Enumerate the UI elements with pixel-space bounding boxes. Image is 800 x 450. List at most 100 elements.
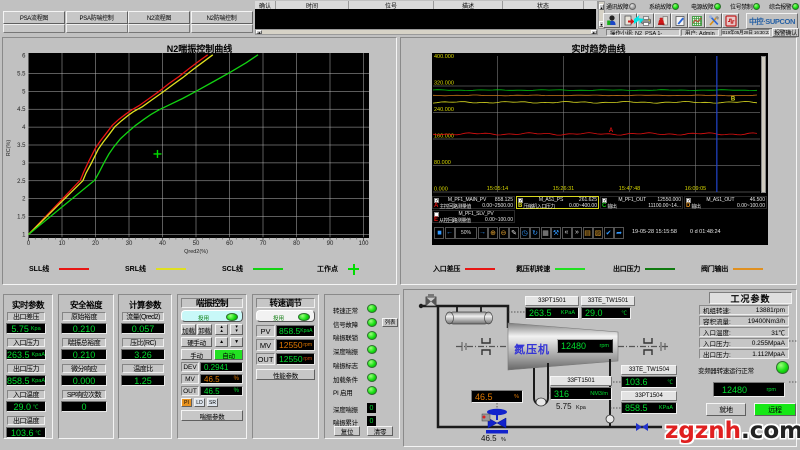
status-led-2: 电源故障 bbox=[691, 1, 721, 12]
trend-plot-scrollbar[interactable] bbox=[761, 56, 766, 193]
nav-button-blank-3[interactable] bbox=[128, 24, 190, 33]
label: 12480 bbox=[722, 385, 747, 395]
unit-text: % bbox=[501, 437, 506, 443]
up-button[interactable]: ▲ bbox=[215, 337, 228, 347]
value-unit: ℃ bbox=[36, 429, 42, 437]
trend-legend-item-M_PF1_SLV_PV[interactable]: M_PF1_SLV_PVE从控回路测量值0.00~100.00 bbox=[432, 210, 515, 223]
trend-legend-item-M_PF1_OUT[interactable]: ✓M_PF1_OUT12550.000C输出11100.00~14... bbox=[600, 196, 683, 209]
trend-tb-clock-button[interactable]: ◷ bbox=[520, 227, 530, 239]
nav-button-blank-4[interactable] bbox=[191, 24, 253, 33]
trend-chart[interactable]: 400.000320.000240.000160.00080.0000.0001… bbox=[432, 53, 768, 196]
reset-button[interactable]: 复位 bbox=[334, 426, 360, 436]
scroll-right-icon[interactable]: ▸ bbox=[591, 30, 597, 34]
local-button[interactable]: 就地 bbox=[706, 403, 746, 416]
surge-engage-button[interactable]: 投用 bbox=[181, 310, 243, 322]
trend-tb-fast-forward-button[interactable]: » bbox=[572, 227, 582, 239]
cond-label: 出口压力: bbox=[703, 349, 731, 359]
nav-button-2[interactable]: PSA防喘控制 bbox=[66, 11, 128, 24]
edit-note-button[interactable] bbox=[671, 13, 688, 28]
calc-row-label: 流量(Qred2) bbox=[122, 312, 164, 321]
trend-item-range: 0.00~2500.00 bbox=[482, 203, 513, 209]
trend-item-line2: D输出0.00~100.00 bbox=[686, 203, 765, 209]
trend-tb-step-forward-button[interactable]: → bbox=[478, 227, 488, 239]
alarm-col-header-0[interactable]: 确认 bbox=[255, 1, 276, 9]
trend-tb-fast-back-button[interactable]: « bbox=[562, 227, 572, 239]
surge-pi-button[interactable]: PI bbox=[181, 398, 192, 407]
pid-button[interactable] bbox=[722, 13, 739, 28]
vfd-status-led bbox=[776, 361, 789, 374]
label: 手动 bbox=[190, 350, 202, 360]
load-button[interactable]: 加载 bbox=[181, 324, 196, 335]
alarm-ack-button[interactable]: 报警确认 bbox=[772, 28, 799, 37]
trend-tb-zoom-out-button[interactable]: ⊖ bbox=[499, 227, 509, 239]
clear-button[interactable]: 清零 bbox=[367, 426, 393, 436]
speed-engage-button[interactable]: 投用 bbox=[256, 310, 315, 322]
value-unit: KpaA bbox=[300, 328, 312, 334]
alarm-col-header-4[interactable]: 状态 bbox=[503, 1, 584, 9]
value-text: 0.057 bbox=[132, 324, 155, 334]
fast-up-button[interactable]: ▴▴ bbox=[215, 324, 228, 335]
trend-tb-tools-button[interactable]: ⚒ bbox=[551, 227, 561, 239]
manual-button[interactable]: 手动 bbox=[181, 349, 212, 360]
alarm-bell-button[interactable] bbox=[654, 13, 671, 28]
surge-params-button[interactable]: 喘振参数 bbox=[181, 410, 243, 421]
surge-chart[interactable]: 010203040506070809010011.522.533.544.555… bbox=[3, 38, 398, 258]
nav-button-4[interactable]: N2防喘控制 bbox=[191, 11, 253, 24]
trend-tb-print-button[interactable]: ▦ bbox=[541, 227, 551, 239]
tools-button[interactable] bbox=[705, 13, 722, 28]
trend-legend-item-M_AS1_PS[interactable]: ✓M_AS1_PS261.625B压缩机入口压力0.00~400.00 bbox=[516, 196, 599, 209]
safety-row-value: 0 bbox=[61, 401, 107, 412]
trend-grid-button[interactable] bbox=[688, 13, 705, 28]
perf-params-button[interactable]: 性能参数 bbox=[256, 369, 315, 380]
status-row-label: PI 启用 bbox=[333, 387, 352, 397]
status-led-label: 通讯故障 bbox=[606, 2, 628, 11]
trend-tb-folder-button[interactable]: ▨ bbox=[593, 227, 603, 239]
surge-ctrl-label-MV: MV bbox=[181, 374, 199, 384]
remote-button[interactable]: 远程 bbox=[754, 403, 796, 416]
alarm-col-header-2[interactable]: 位号 bbox=[349, 1, 434, 9]
alarm-col-header-1[interactable]: 时间 bbox=[276, 1, 349, 9]
surge-legend-label: SLL线 bbox=[29, 264, 49, 274]
trend-bottom-legend-swatch bbox=[465, 268, 495, 270]
operator-button[interactable] bbox=[603, 13, 620, 28]
nav-button-blank-1[interactable] bbox=[3, 24, 65, 33]
alarm-list-body[interactable] bbox=[255, 9, 596, 29]
nav-button-3[interactable]: N2流程图 bbox=[128, 11, 190, 24]
svg-text:320.000: 320.000 bbox=[434, 81, 454, 87]
trend-tb-check-button[interactable]: ✔ bbox=[604, 227, 614, 239]
fast-down-button[interactable]: ▾▾ bbox=[230, 324, 243, 335]
trend-tb-refresh-button[interactable]: ↻ bbox=[530, 227, 540, 239]
session-user-label: 用户: Admin bbox=[685, 29, 715, 36]
surge-sr-button[interactable]: SR bbox=[207, 398, 218, 407]
trend-tb-step-back-button[interactable]: ← bbox=[445, 227, 455, 239]
trend-tb-copy-button[interactable]: ▤ bbox=[583, 227, 593, 239]
trend-legend-item-M_PF1_MAIN_PV[interactable]: ✓M_PF1_MAIN_PV858.125A主控回路测量值0.00~2500.0… bbox=[432, 196, 515, 209]
scroll-left-icon[interactable]: ◂ bbox=[256, 30, 262, 34]
trend-tb-zoom-level-button[interactable]: 50% bbox=[455, 227, 477, 239]
calc-row-value: 1.25 bbox=[121, 375, 165, 386]
status-row-led bbox=[367, 331, 377, 340]
trend-tb-jump-button[interactable]: ➦ bbox=[614, 227, 624, 239]
unload-button[interactable]: 卸载 bbox=[197, 324, 212, 335]
alarm-hscrollbar[interactable]: ◂ ▸ bbox=[255, 29, 598, 35]
value-unit: Kpa bbox=[31, 326, 41, 332]
trend-tb-pause-button[interactable]: ▮▮ bbox=[434, 227, 444, 239]
trend-tb-pen-button[interactable]: ✎ bbox=[509, 227, 519, 239]
system-toolbar bbox=[603, 13, 746, 30]
label: 加载 bbox=[182, 325, 194, 335]
safety-row-value: 0.210 bbox=[61, 349, 107, 360]
alarm-col-header-3[interactable]: 描述 bbox=[434, 1, 503, 9]
hard-manual-button[interactable]: 硬手动 bbox=[181, 337, 212, 347]
nav-button-blank-2[interactable] bbox=[66, 24, 128, 33]
list-button[interactable]: 列表 bbox=[382, 318, 398, 327]
trend-legend-item-M_AS1_OUT[interactable]: ✓M_AS1_OUT46.500D输出0.00~100.00 bbox=[684, 196, 767, 209]
nav-button-1[interactable]: PSA流程图 bbox=[3, 11, 65, 24]
trend-tb-zoom-in-button[interactable]: ⊕ bbox=[488, 227, 498, 239]
auto-button[interactable]: 自动 bbox=[214, 349, 243, 360]
logo-text: 中控·SUPCON bbox=[749, 16, 795, 27]
label: 33PT1504 bbox=[635, 393, 663, 399]
surge-ld-button[interactable]: LD bbox=[194, 398, 205, 407]
down-button[interactable]: ▼ bbox=[230, 337, 243, 347]
label: 变频器转速运行正常 bbox=[698, 368, 754, 375]
realtime-row-value: 263.5KpaA bbox=[6, 349, 46, 360]
